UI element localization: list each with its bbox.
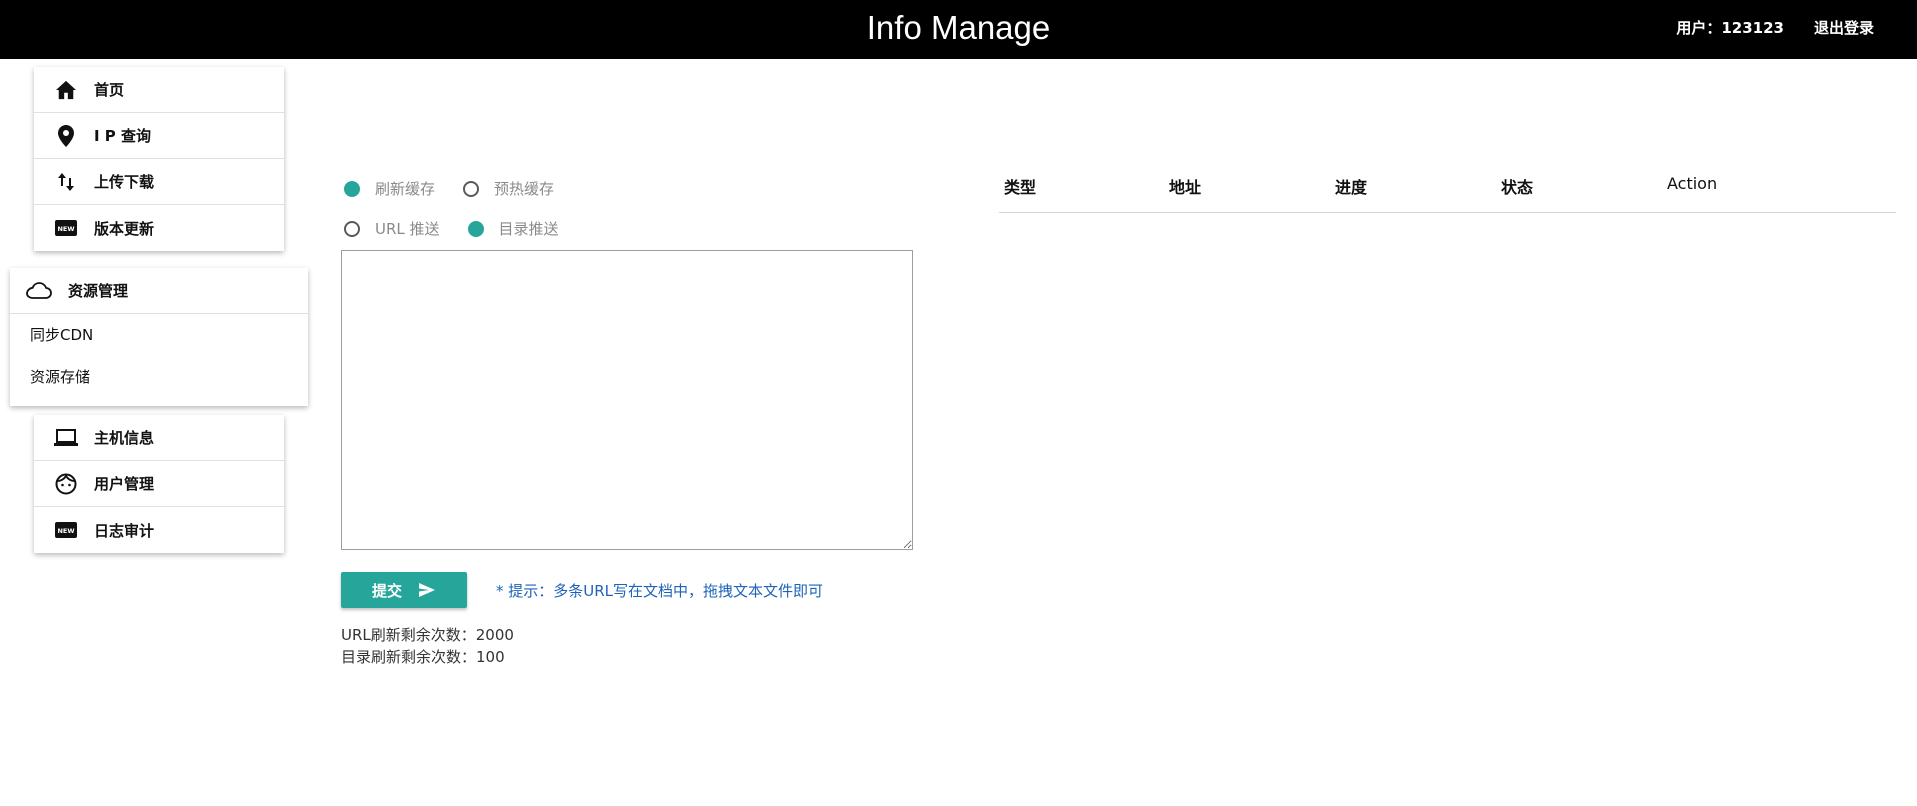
current-user: 用户：123123 [1676, 19, 1784, 37]
new-badge-icon: NEW [54, 518, 78, 542]
laptop-icon [54, 426, 78, 450]
sidebar-item-label: 首页 [94, 81, 125, 99]
radio-refresh-cache[interactable]: 刷新缓存 [344, 178, 435, 199]
radio-indicator[interactable] [344, 220, 360, 237]
sidebar-item-label: I P 查询 [94, 127, 152, 145]
home-icon [54, 78, 78, 102]
radio-label: 目录推送 [498, 220, 559, 238]
radio-indicator[interactable] [463, 180, 480, 197]
svg-text:NEW: NEW [57, 527, 74, 535]
cache-type-radio-group: 刷新缓存 预热缓存 [344, 178, 582, 199]
cloud-icon [26, 279, 52, 303]
location-pin-icon [54, 124, 78, 148]
sidebar-item-log-audit[interactable]: NEW 日志审计 [34, 507, 284, 553]
radio-label: URL 推送 [375, 220, 440, 238]
column-header-progress: 进度 [1335, 178, 1368, 197]
radio-indicator-checked[interactable] [467, 220, 484, 237]
submit-button-label: 提交 [371, 581, 402, 600]
sidebar-item-ip-query[interactable]: I P 查询 [34, 113, 284, 159]
column-header-status: 状态 [1501, 178, 1534, 197]
sidebar-item-host-info[interactable]: 主机信息 [34, 415, 284, 461]
sidebar-subitem-resource-storage[interactable]: 资源存储 [10, 356, 308, 398]
svg-text:NEW: NEW [57, 225, 74, 233]
sidebar-item-label: 版本更新 [94, 219, 155, 238]
new-badge-icon: NEW [54, 216, 78, 240]
sidebar-item-resource-management[interactable]: 资源管理 [10, 268, 308, 314]
column-header-address: 地址 [1169, 178, 1202, 197]
column-header-action: Action [1667, 174, 1718, 193]
url-textarea[interactable] [341, 250, 913, 550]
dir-refresh-quota: 目录刷新剩余次数：100 [341, 648, 505, 666]
sidebar-card-system: 主机信息 用户管理 NEW 日志审计 [34, 415, 284, 553]
logout-link[interactable]: 退出登录 [1814, 0, 1874, 56]
radio-label: 预热缓存 [494, 180, 555, 198]
radio-indicator-checked[interactable] [344, 180, 360, 197]
radio-url-push[interactable]: URL 推送 [344, 218, 440, 239]
sidebar-item-user-management[interactable]: 用户管理 [34, 461, 284, 507]
upload-hint: * 提示：多条URL写在文档中，拖拽文本文件即可 [496, 582, 824, 600]
app-title: Info Manage [866, 9, 1051, 46]
sidebar-item-label: 主机信息 [94, 429, 155, 447]
url-refresh-quota: URL刷新剩余次数：2000 [341, 626, 514, 644]
top-bar: Info Manage 用户：123123 退出登录 [0, 0, 1917, 59]
radio-preheat-cache[interactable]: 预热缓存 [463, 178, 554, 199]
sidebar-item-label: 上传下载 [94, 173, 155, 191]
sidebar-subitem-sync-cdn[interactable]: 同步CDN [10, 314, 308, 356]
submit-button[interactable]: 提交 [341, 572, 467, 608]
send-icon [418, 582, 436, 598]
sidebar-item-label: 资源管理 [68, 282, 129, 300]
sidebar-item-upload-download[interactable]: 上传下载 [34, 159, 284, 205]
sidebar-item-label: 日志审计 [94, 521, 155, 540]
radio-directory-push[interactable]: 目录推送 [467, 218, 559, 239]
sidebar-card-main: 首页 I P 查询 上传下载 NEW 版本更新 [34, 67, 284, 251]
sidebar-item-home[interactable]: 首页 [34, 67, 284, 113]
push-type-radio-group: URL 推送 目录推送 [344, 218, 587, 239]
face-icon [54, 472, 78, 496]
swap-vertical-icon [54, 170, 78, 194]
column-header-type: 类型 [1004, 178, 1037, 197]
sidebar-card-resource: 资源管理 同步CDN 资源存储 [10, 268, 308, 406]
sidebar-item-version-update[interactable]: NEW 版本更新 [34, 205, 284, 251]
task-table-header: 类型 地址 进度 状态 Action [999, 174, 1896, 213]
radio-label: 刷新缓存 [375, 180, 436, 198]
sidebar-item-label: 用户管理 [94, 475, 155, 493]
